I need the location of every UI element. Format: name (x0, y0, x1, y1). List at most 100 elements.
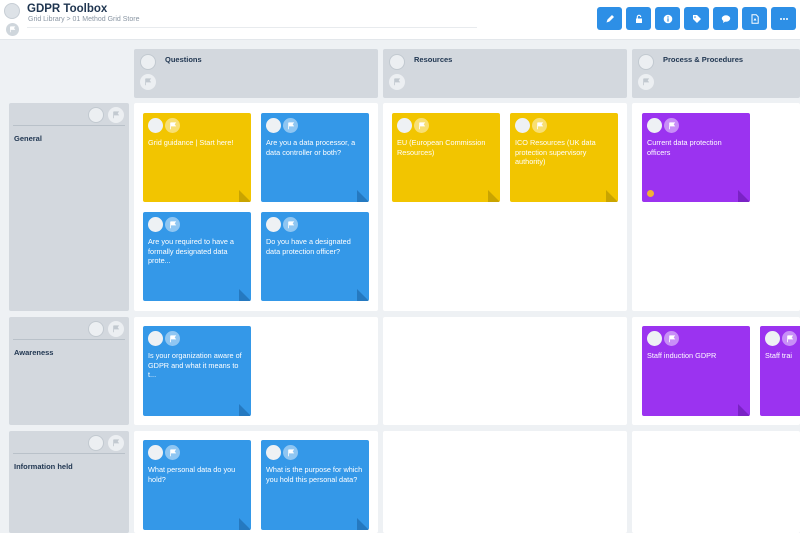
card[interactable]: Do you have a designated data protection… (261, 212, 369, 301)
row-header-information-held[interactable]: Information held (9, 431, 129, 533)
tags-button[interactable] (684, 7, 709, 30)
flag-icon[interactable] (414, 118, 429, 133)
flag-icon[interactable] (283, 217, 298, 232)
card-avatar[interactable] (266, 118, 281, 133)
card-text: EU (European Commission Resources) (397, 138, 486, 157)
card-text: Current data protection officers (647, 138, 722, 157)
row-avatar[interactable] (88, 321, 104, 337)
card-avatar[interactable] (266, 445, 281, 460)
flag-icon[interactable] (140, 74, 156, 90)
card-text: Do you have a designated data protection… (266, 237, 351, 256)
lock-button[interactable] (626, 7, 651, 30)
flag-icon[interactable] (389, 74, 405, 90)
comment-icon (721, 14, 730, 23)
card-avatar[interactable] (765, 331, 780, 346)
card-avatar[interactable] (148, 331, 163, 346)
column-avatar[interactable] (389, 54, 405, 70)
flag-icon[interactable] (664, 331, 679, 346)
card[interactable]: Grid guidance | Start here! (143, 113, 251, 202)
grid-avatar[interactable] (4, 3, 20, 19)
row-header-general[interactable]: General (9, 103, 129, 311)
row-title: Awareness (14, 348, 54, 357)
flag-icon[interactable] (532, 118, 547, 133)
card[interactable]: ICO Resources (UK data protection superv… (510, 113, 618, 202)
flag-icon[interactable] (638, 74, 654, 90)
row-header-awareness[interactable]: Awareness (9, 317, 129, 425)
card[interactable]: What is the purpose for which you hold t… (261, 440, 369, 530)
divider (13, 339, 125, 340)
column-header-resources[interactable]: Resources (383, 49, 627, 98)
grid-cell[interactable] (383, 317, 627, 425)
column-header-questions[interactable]: Questions (134, 49, 378, 98)
card-text: What is the purpose for which you hold t… (266, 465, 363, 484)
flag-icon[interactable] (283, 445, 298, 460)
pencil-icon (606, 14, 614, 22)
card-text: Is your organization aware of GDPR and w… (148, 351, 242, 380)
column-header-process-procedures[interactable]: Process & Procedures (632, 49, 800, 98)
more-button[interactable] (771, 7, 796, 30)
divider (13, 125, 125, 126)
edit-button[interactable] (597, 7, 622, 30)
flag-icon[interactable] (165, 331, 180, 346)
card[interactable]: Are you a data processor, a data control… (261, 113, 369, 202)
card-avatar[interactable] (148, 118, 163, 133)
card-avatar[interactable] (647, 118, 662, 133)
row-avatar[interactable] (88, 107, 104, 123)
card-fold (488, 190, 500, 202)
flag-icon[interactable] (108, 107, 124, 123)
column-avatar[interactable] (638, 54, 654, 70)
grid-cell[interactable] (632, 431, 800, 533)
toolbar (597, 7, 796, 30)
export-pdf-button[interactable] (742, 7, 767, 30)
grid-cell[interactable] (383, 431, 627, 533)
card-fold (357, 190, 369, 202)
column-avatar[interactable] (140, 54, 156, 70)
card-fold (606, 190, 618, 202)
card-avatar[interactable] (148, 217, 163, 232)
flag-icon[interactable] (6, 23, 19, 36)
card-avatar[interactable] (266, 217, 281, 232)
card[interactable]: Current data protection officers (642, 113, 750, 202)
info-icon (663, 14, 672, 23)
info-button[interactable] (655, 7, 680, 30)
card-fold (357, 289, 369, 301)
flag-icon[interactable] (664, 118, 679, 133)
lock-icon (635, 14, 642, 23)
card[interactable]: Staff induction GDPR (642, 326, 750, 416)
card-avatar[interactable] (647, 331, 662, 346)
column-title: Resources (414, 55, 453, 64)
comments-button[interactable] (713, 7, 738, 30)
card-text: Staff induction GDPR (647, 351, 717, 360)
flag-icon[interactable] (108, 435, 124, 451)
flag-icon[interactable] (165, 445, 180, 460)
flag-icon[interactable] (283, 118, 298, 133)
card[interactable]: Staff trai (760, 326, 800, 416)
flag-icon[interactable] (782, 331, 797, 346)
card-avatar[interactable] (515, 118, 530, 133)
card-fold (738, 190, 750, 202)
card-text: What personal data do you hold? (148, 465, 236, 484)
card-avatar[interactable] (397, 118, 412, 133)
card-fold (239, 518, 251, 530)
card-fold (239, 404, 251, 416)
card-text: Are you a data processor, a data control… (266, 138, 356, 157)
column-title: Questions (165, 55, 202, 64)
card[interactable]: Are you required to have a formally desi… (143, 212, 251, 301)
card-avatar[interactable] (148, 445, 163, 460)
card[interactable]: Is your organization aware of GDPR and w… (143, 326, 251, 416)
card[interactable]: What personal data do you hold? (143, 440, 251, 530)
card-text: Staff trai (765, 351, 793, 360)
tags-icon (692, 14, 701, 23)
card[interactable]: EU (European Commission Resources) (392, 113, 500, 202)
flag-icon[interactable] (165, 118, 180, 133)
row-avatar[interactable] (88, 435, 104, 451)
card-text: Are you required to have a formally desi… (148, 237, 234, 266)
breadcrumb[interactable]: Grid Library > 01 Method Grid Store (28, 16, 139, 23)
row-title: General (14, 134, 42, 143)
flag-icon[interactable] (165, 217, 180, 232)
app-header: GDPR Toolbox Grid Library > 01 Method Gr… (0, 0, 800, 40)
flag-icon[interactable] (108, 321, 124, 337)
more-icon (779, 17, 788, 20)
card-text: ICO Resources (UK data protection superv… (515, 138, 596, 167)
card-text: Grid guidance | Start here! (148, 138, 234, 147)
